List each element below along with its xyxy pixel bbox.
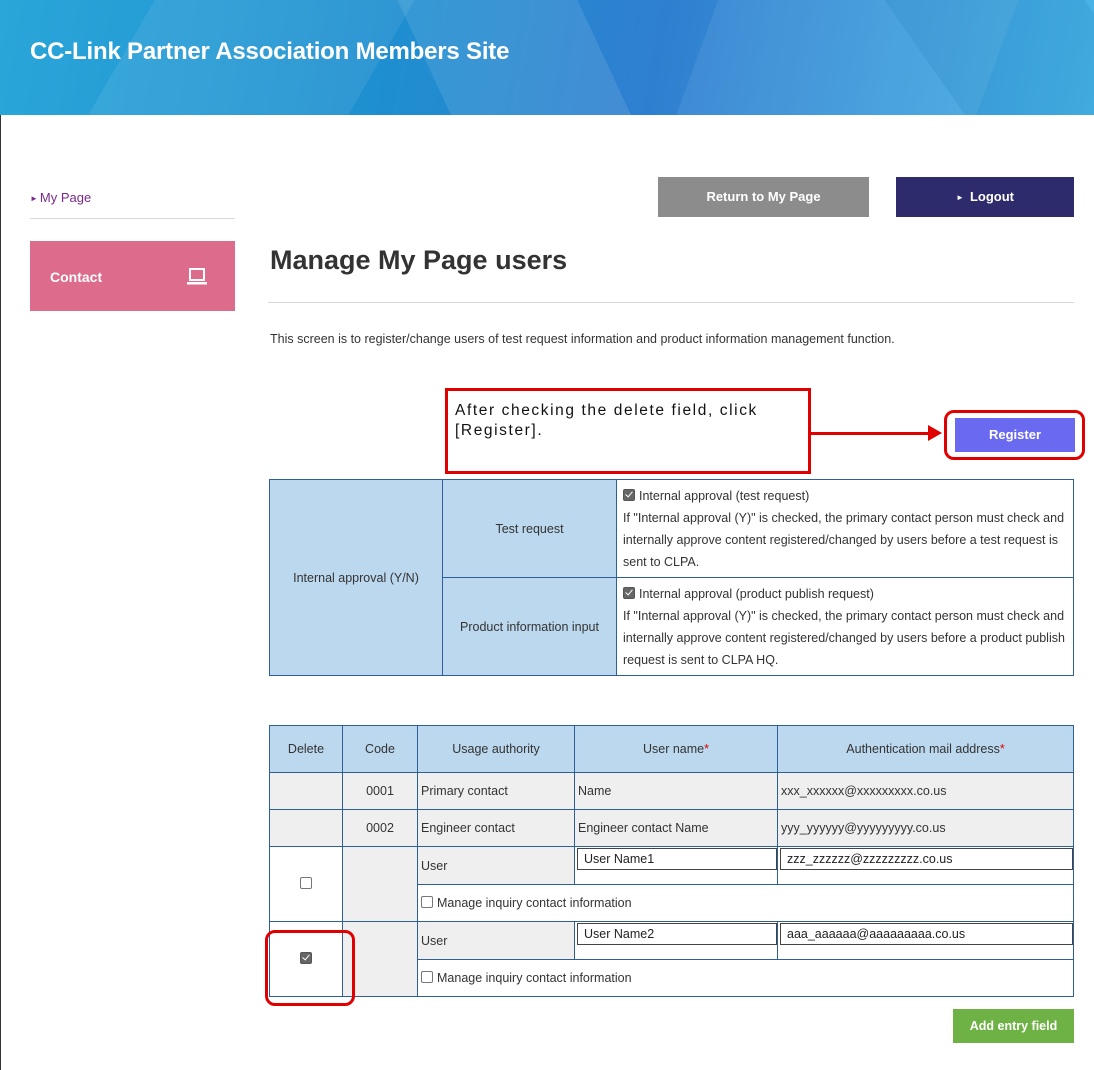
table-row: 0002 Engineer contact Engineer contact N…: [269, 809, 1074, 847]
page-title: Manage My Page users: [270, 245, 568, 275]
callout-arrow-line: [811, 432, 933, 435]
delete-cell-empty: [269, 809, 343, 847]
callout-arrow-head: [928, 425, 942, 441]
table-row: 0001 Primary contact Name xxx_xxxxxx@xxx…: [269, 772, 1074, 810]
laptop-icon: [187, 268, 207, 285]
callout-text: After checking the delete field, click […: [455, 402, 758, 439]
header-mail: Authentication mail address*: [777, 725, 1074, 773]
user-name-cell: Name: [574, 772, 778, 810]
add-entry-field-button[interactable]: Add entry field: [953, 1009, 1074, 1043]
approval-desc-product: Internal approval (product publish reque…: [616, 577, 1074, 676]
authority-cell: User: [417, 846, 575, 885]
approval-test-checkbox[interactable]: [623, 489, 635, 501]
header-delete: Delete: [269, 725, 343, 773]
approval-product-checkbox[interactable]: [623, 587, 635, 599]
register-highlight: [944, 410, 1085, 460]
mail-cell: [777, 846, 1074, 885]
manage-inquiry-label: Manage inquiry contact information: [437, 971, 632, 985]
sidebar-mypage-label: My Page: [39, 190, 92, 205]
mail-cell: yyy_yyyyyy@yyyyyyyyy.co.us: [777, 809, 1074, 847]
user-name-input-1[interactable]: [577, 848, 777, 870]
header-user-name: User name*: [574, 725, 778, 773]
approval-table: Internal approval (Y/N) Test request Int…: [269, 479, 1074, 676]
delete-cell-empty: [269, 772, 343, 810]
approval-row-label: Internal approval (Y/N): [269, 479, 443, 676]
table-row: User: [269, 846, 1074, 922]
authority-cell: User: [417, 921, 575, 960]
triangle-right-icon: ►: [30, 194, 38, 203]
triangle-right-icon: ►: [956, 193, 964, 202]
approval-label-test: Test request: [442, 479, 617, 578]
authority-cell: Engineer contact: [417, 809, 575, 847]
return-to-mypage-button[interactable]: Return to My Page: [658, 177, 869, 217]
header-user-name-label: User name: [642, 742, 705, 756]
approval-desc-test: Internal approval (test request) If "Int…: [616, 479, 1074, 578]
approval-test-description: If "Internal approval (Y)" is checked, t…: [623, 511, 1065, 569]
header-code: Code: [342, 725, 418, 773]
required-mark: *: [704, 742, 709, 756]
user-name-cell: [574, 846, 778, 885]
intro-text: This screen is to register/change users …: [270, 332, 895, 346]
approval-label-product: Product information input: [442, 577, 617, 676]
code-cell: 0002: [342, 809, 418, 847]
manage-inquiry-label: Manage inquiry contact information: [437, 896, 632, 910]
user-name-cell: Engineer contact Name: [574, 809, 778, 847]
mail-input-1[interactable]: [780, 848, 1073, 870]
sidebar-divider: [30, 218, 235, 219]
required-mark: *: [999, 742, 1005, 756]
logout-button[interactable]: ► Logout: [896, 177, 1074, 217]
delete-cell: [269, 846, 343, 922]
code-cell-empty: [342, 846, 418, 922]
logout-label: Logout: [969, 189, 1014, 204]
manage-inquiry-checkbox-1[interactable]: [421, 896, 433, 908]
delete-checkbox-1[interactable]: [300, 877, 312, 889]
header-authority: Usage authority: [417, 725, 575, 773]
title-divider: [268, 302, 1074, 303]
approval-product-description: If "Internal approval (Y)" is checked, t…: [623, 609, 1065, 667]
contact-button[interactable]: Contact: [30, 241, 235, 311]
manage-inquiry-cell: Manage inquiry contact information: [417, 884, 1074, 922]
approval-product-checkbox-label: Internal approval (product publish reque…: [639, 587, 874, 601]
mail-input-2[interactable]: [780, 923, 1073, 945]
user-name-input-2[interactable]: [577, 923, 777, 945]
contact-label: Contact: [50, 269, 103, 285]
header-mail-label: Authentication mail address: [846, 742, 1000, 756]
users-table: Delete Code Usage authority User name* A…: [269, 725, 1074, 997]
code-cell: 0001: [342, 772, 418, 810]
sidebar-link-mypage[interactable]: ► My Page: [30, 190, 91, 205]
table-row: User: [269, 921, 1074, 997]
instruction-callout: After checking the delete field, click […: [445, 388, 811, 474]
header-banner: CC-Link Partner Association Members Site: [0, 0, 1094, 115]
mail-cell: [777, 921, 1074, 960]
manage-inquiry-cell: Manage inquiry contact information: [417, 959, 1074, 997]
site-title: CC-Link Partner Association Members Site: [30, 38, 510, 65]
mail-cell: xxx_xxxxxx@xxxxxxxxx.co.us: [777, 772, 1074, 810]
manage-inquiry-checkbox-2[interactable]: [421, 971, 433, 983]
delete-highlight: [265, 930, 355, 1006]
user-name-cell: [574, 921, 778, 960]
approval-test-checkbox-label: Internal approval (test request): [639, 489, 810, 503]
authority-cell: Primary contact: [417, 772, 575, 810]
